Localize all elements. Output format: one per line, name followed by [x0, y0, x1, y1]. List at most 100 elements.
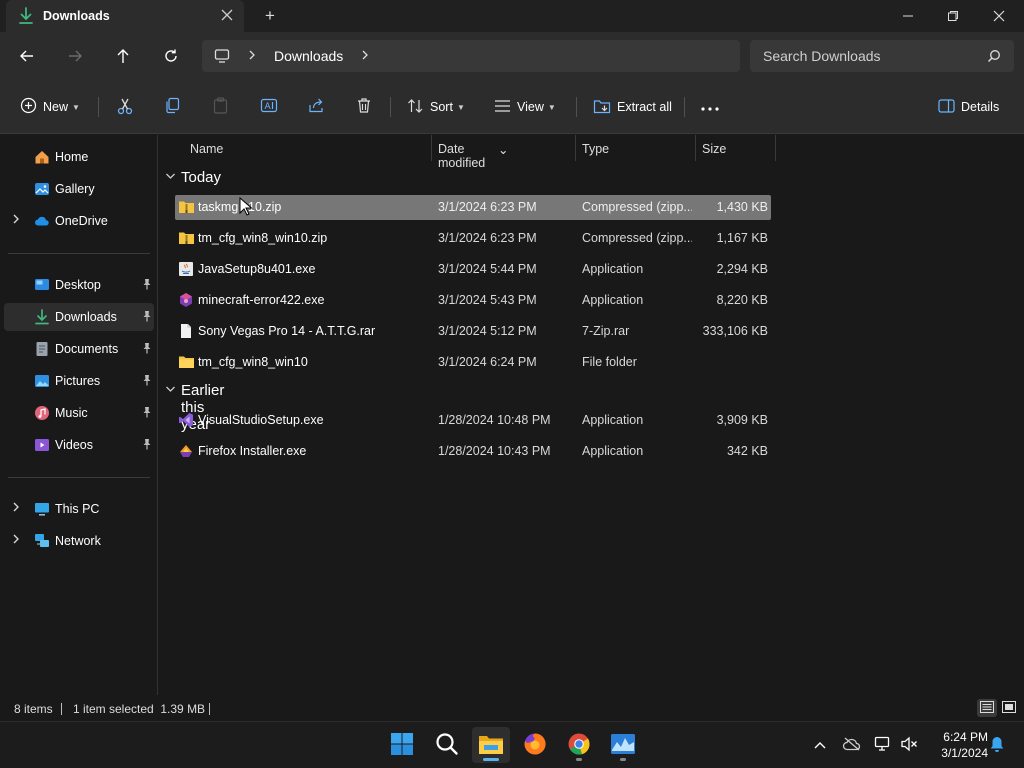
file-type: Application: [582, 413, 644, 427]
cut-button[interactable]: [116, 95, 134, 119]
delete-button[interactable]: [356, 95, 372, 119]
tray-volume[interactable]: [899, 735, 919, 755]
file-size: 333,106 KB: [702, 324, 768, 338]
sidebar-item-label: Documents: [55, 342, 119, 356]
minimize-button[interactable]: [885, 0, 931, 32]
address-bar[interactable]: Downloads: [202, 40, 740, 72]
sidebar-item-network[interactable]: Network: [4, 527, 154, 555]
taskbar-clock[interactable]: 6:24 PM 3/1/2024: [924, 729, 988, 761]
new-tab-button[interactable]: +: [260, 6, 280, 26]
sidebar-item-pictures[interactable]: Pictures: [4, 367, 154, 395]
extract-icon: [593, 98, 611, 117]
restore-button[interactable]: [930, 0, 976, 32]
extract-all-label: Extract all: [617, 100, 672, 114]
rename-button[interactable]: A: [260, 95, 278, 119]
sidebar-item-home[interactable]: Home: [4, 143, 154, 171]
column-header-date[interactable]: Date modified: [438, 142, 485, 170]
view-button[interactable]: View ▼: [494, 95, 556, 119]
sidebar-item-documents[interactable]: Documents: [4, 335, 154, 363]
details-view-toggle[interactable]: [977, 699, 997, 717]
sidebar-item-label: Network: [55, 534, 101, 548]
sidebar-item-gallery[interactable]: Gallery: [4, 175, 154, 203]
column-header-type[interactable]: Type: [582, 142, 609, 156]
taskbar-search-button[interactable]: [428, 727, 466, 763]
tiles-view-toggle[interactable]: [999, 699, 1019, 717]
file-name: minecraft-error422.exe: [198, 293, 325, 307]
selection-info: 1 item selected 1.39 MB: [73, 702, 206, 716]
file-name: JavaSetup8u401.exe: [198, 262, 316, 276]
documents-icon: [34, 341, 50, 357]
column-divider[interactable]: [775, 135, 776, 161]
pin-icon[interactable]: [142, 278, 152, 293]
back-button[interactable]: [14, 44, 40, 68]
divider: [61, 703, 62, 715]
refresh-button[interactable]: [158, 44, 184, 68]
show-hidden-icons-button[interactable]: [810, 735, 830, 755]
file-row[interactable]: Firefox Installer.exe 1/28/2024 10:43 PM…: [175, 439, 771, 464]
file-icon: [178, 323, 194, 339]
download-icon: [18, 7, 34, 28]
running-indicator: [576, 758, 582, 761]
file-row[interactable]: Sony Vegas Pro 14 - A.T.T.G.rar 3/1/2024…: [175, 319, 771, 344]
sidebar-item-desktop[interactable]: Desktop: [4, 271, 154, 299]
tray-onedrive[interactable]: [842, 735, 862, 755]
up-button[interactable]: [110, 44, 136, 68]
chevron-right-icon[interactable]: [12, 534, 20, 547]
column-header-name[interactable]: Name: [190, 142, 223, 156]
file-row[interactable]: VisualStudioSetup.exe 1/28/2024 10:48 PM…: [175, 408, 771, 433]
more-options-button[interactable]: [701, 95, 719, 119]
paste-button[interactable]: [212, 95, 229, 119]
file-row[interactable]: tm_cfg_win8_win10.zip 3/1/2024 6:23 PM C…: [175, 226, 771, 251]
column-divider[interactable]: [575, 135, 576, 161]
pin-icon[interactable]: [142, 438, 152, 453]
column-divider[interactable]: [695, 135, 696, 161]
taskbar-firefox[interactable]: [516, 727, 554, 763]
details-button[interactable]: Details: [938, 95, 999, 119]
breadcrumb-downloads[interactable]: Downloads: [274, 48, 343, 64]
taskbar-file-explorer[interactable]: [472, 727, 510, 763]
column-divider[interactable]: [431, 135, 432, 161]
sidebar-item-this-pc[interactable]: This PC: [4, 495, 154, 523]
search-input[interactable]: [750, 40, 980, 72]
pin-icon[interactable]: [142, 342, 152, 357]
close-window-button[interactable]: [976, 0, 1022, 32]
sort-button[interactable]: Sort ▼: [407, 95, 465, 119]
extract-all-button[interactable]: Extract all: [593, 95, 672, 119]
tray-network[interactable]: [873, 735, 893, 755]
pin-icon[interactable]: [142, 310, 152, 325]
sidebar-item-onedrive[interactable]: OneDrive: [4, 207, 154, 235]
search-icon[interactable]: [987, 49, 1001, 66]
zip-folder-icon: [178, 230, 194, 246]
file-row[interactable]: taskmg v10.zip 3/1/2024 6:23 PM Compress…: [175, 195, 771, 220]
share-button[interactable]: [308, 95, 325, 119]
taskbar-task-manager[interactable]: [604, 727, 642, 763]
new-button[interactable]: New ▼: [20, 95, 80, 119]
search-box[interactable]: [750, 40, 1014, 72]
sidebar-item-label: Desktop: [55, 278, 101, 292]
pin-icon[interactable]: [142, 406, 152, 421]
chevron-right-icon[interactable]: [12, 502, 20, 515]
taskbar-chrome[interactable]: [560, 727, 598, 763]
column-header-size[interactable]: Size: [702, 142, 726, 156]
file-row[interactable]: JavaSetup8u401.exe 3/1/2024 5:44 PM Appl…: [175, 257, 771, 282]
sidebar-item-videos[interactable]: Videos: [4, 431, 154, 459]
java-icon: [178, 261, 194, 277]
chevron-right-icon[interactable]: [360, 49, 370, 64]
file-row[interactable]: tm_cfg_win8_win10 3/1/2024 6:24 PM File …: [175, 350, 771, 375]
copy-button[interactable]: [164, 95, 181, 119]
close-tab-icon[interactable]: [219, 8, 235, 24]
pin-icon[interactable]: [142, 374, 152, 389]
group-title: Today: [181, 169, 222, 186]
details-button-label: Details: [961, 100, 1000, 114]
forward-button[interactable]: [62, 44, 88, 68]
file-row[interactable]: minecraft-error422.exe 3/1/2024 5:43 PM …: [175, 288, 771, 313]
sidebar-item-music[interactable]: Music: [4, 399, 154, 427]
chevron-right-icon[interactable]: [12, 214, 20, 227]
tab-downloads[interactable]: Downloads: [6, 0, 244, 32]
sidebar-item-downloads[interactable]: Downloads: [4, 303, 154, 331]
chevron-right-icon[interactable]: [247, 49, 257, 64]
sidebar-item-label: Videos: [55, 438, 93, 452]
clock-time: 6:24 PM: [943, 730, 988, 744]
notifications-button[interactable]: [987, 735, 1007, 755]
start-button[interactable]: [383, 727, 421, 763]
